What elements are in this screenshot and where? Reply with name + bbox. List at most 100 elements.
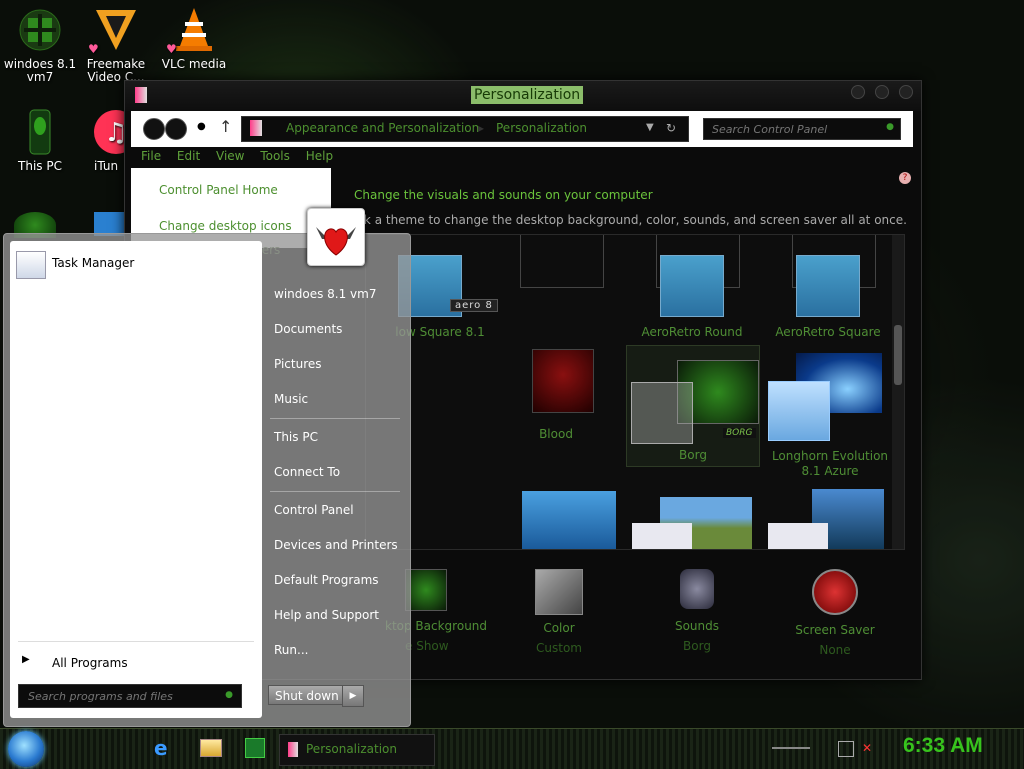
address-bar[interactable]: Appearance and Personalization ▸ Persona… — [241, 116, 689, 142]
back-button[interactable] — [143, 118, 165, 140]
start-button[interactable] — [8, 731, 44, 767]
start-link-music[interactable]: Music — [274, 392, 308, 406]
start-link-control-panel[interactable]: Control Panel — [274, 503, 354, 517]
color-swatch-icon — [535, 569, 583, 615]
personalization-taskbar-icon — [288, 742, 298, 757]
menu-edit[interactable]: Edit — [177, 149, 200, 163]
winged-heart-icon — [316, 227, 356, 256]
system-clock[interactable]: 6:33 AM — [903, 734, 983, 758]
search-icon: ● — [886, 122, 894, 132]
sounds-title: Sounds — [674, 619, 720, 633]
desktop-icon-this-pc[interactable]: This PC — [2, 108, 78, 173]
menu-file[interactable]: File — [141, 149, 161, 163]
minimize-button[interactable] — [851, 85, 865, 99]
aero-badge: aero 8 — [450, 299, 498, 312]
forward-button[interactable] — [165, 118, 187, 140]
start-link-help-support[interactable]: Help and Support — [274, 608, 379, 622]
computer-icon — [16, 108, 64, 156]
chevron-down-icon[interactable]: ▼ — [646, 122, 654, 133]
theme-gallery: aero 8 low Square 8.1 AeroRetro Round Ae… — [365, 234, 905, 550]
theme-label: Blood — [539, 427, 573, 441]
control-panel-search[interactable]: ● — [703, 118, 901, 140]
ie-icon[interactable]: e — [154, 737, 176, 759]
network-icon[interactable] — [838, 741, 854, 757]
page-subheading: ick a theme to change the desktop backgr… — [354, 213, 907, 227]
task-manager-icon — [16, 251, 46, 279]
taskbar: e Personalization ✕ 6:33 AM — [0, 728, 1024, 769]
shutdown-options-arrow-icon[interactable]: ▶ — [342, 685, 364, 707]
theme-label: AeroRetro Round — [641, 325, 743, 339]
search-input[interactable] — [710, 122, 884, 137]
color-value: Custom — [536, 641, 582, 655]
user-picture[interactable] — [307, 208, 365, 266]
close-button[interactable] — [899, 85, 913, 99]
start-search-box[interactable]: ● — [18, 684, 242, 708]
start-link-pictures[interactable]: Pictures — [274, 357, 322, 371]
theme-borg[interactable]: BORG Borg — [626, 345, 760, 467]
task-manager-label: Task Manager — [52, 256, 135, 270]
desktop-icon-freemake[interactable]: ♥ Freemake Video C... — [78, 6, 154, 84]
start-link-default-programs[interactable]: Default Programs — [274, 573, 379, 587]
vlc-cone-icon: ♥ — [166, 6, 218, 56]
start-link-documents[interactable]: Documents — [274, 322, 342, 336]
color-fan-icon — [768, 381, 830, 441]
link-change-desktop-icons[interactable]: Change desktop icons — [159, 219, 292, 233]
start-link-user[interactable]: windoes 8.1 vm7 — [274, 287, 377, 301]
navigation-toolbar: ● ↑ Appearance and Personalization ▸ Per… — [131, 111, 913, 147]
desktop-icon-windoes[interactable]: windoes 8.1 vm7 — [2, 6, 78, 84]
taskbar-item-personalization[interactable]: Personalization — [279, 734, 435, 766]
start-search-input[interactable] — [26, 689, 220, 704]
theme-partial[interactable] — [522, 491, 616, 549]
shutdown-button[interactable]: Shut down — [268, 685, 346, 705]
shortcut-heart-icon: ♥ — [166, 42, 177, 56]
start-link-run[interactable]: Run... — [274, 643, 308, 657]
breadcrumb-separator-icon: ▸ — [478, 121, 485, 135]
up-arrow-icon[interactable]: ↑ — [219, 117, 232, 136]
address-location-icon — [250, 120, 262, 136]
pinned-task-manager[interactable]: Task Manager — [14, 247, 258, 281]
start-menu-programs-pane: Task Manager ▶ All Programs — [10, 241, 262, 718]
scrollbar-thumb[interactable] — [894, 325, 902, 385]
theme-partial[interactable] — [632, 523, 692, 549]
link-control-panel-home[interactable]: Control Panel Home — [159, 183, 278, 197]
start-link-connect-to[interactable]: Connect To — [274, 465, 340, 479]
theme-blood[interactable]: Blood — [506, 349, 606, 442]
theme-aeroretro-round[interactable]: AeroRetro Round — [624, 255, 760, 340]
gallery-scrollbar[interactable] — [892, 235, 904, 549]
theme-partial[interactable] — [768, 523, 828, 549]
tray-expand-icon[interactable] — [772, 747, 810, 749]
window-titlebar[interactable]: Personalization — [125, 81, 921, 111]
desktop-icon-itunes[interactable]: ♫ iTun — [78, 108, 128, 173]
maximize-button[interactable] — [875, 85, 889, 99]
refresh-icon[interactable]: ↻ — [666, 121, 676, 135]
theme-thumbnail-glass — [631, 382, 693, 444]
color-link[interactable]: Color Custom — [504, 569, 614, 655]
chevron-right-icon: ▶ — [22, 654, 30, 665]
store-icon[interactable] — [245, 738, 265, 758]
start-link-devices-printers[interactable]: Devices and Printers — [274, 538, 398, 552]
start-link-this-pc[interactable]: This PC — [274, 430, 318, 444]
desktop-icon-vlc[interactable]: ♥ VLC media — [156, 6, 232, 71]
menu-help[interactable]: Help — [306, 149, 333, 163]
taskbar-item-label: Personalization — [306, 742, 397, 756]
screen-saver-link[interactable]: Screen Saver None — [780, 569, 890, 657]
theme-label: Borg — [679, 448, 707, 462]
desktop-icon-label: This PC — [18, 159, 62, 173]
separator — [18, 641, 254, 642]
borg-badge: BORG — [723, 428, 756, 438]
all-programs[interactable]: ▶ All Programs — [16, 651, 252, 673]
help-icon[interactable]: ? — [899, 172, 911, 184]
menu-tools[interactable]: Tools — [260, 149, 290, 163]
separator — [270, 491, 400, 492]
volume-muted-icon[interactable]: ✕ — [862, 741, 872, 755]
file-explorer-icon[interactable] — [200, 739, 222, 757]
breadcrumb-personalization[interactable]: Personalization — [496, 121, 587, 135]
screen-saver-value: None — [819, 643, 851, 657]
sounds-link[interactable]: Sounds Borg — [642, 569, 752, 653]
theme-thumbnail — [796, 255, 860, 317]
menu-view[interactable]: View — [216, 149, 244, 163]
recent-dropdown-icon[interactable]: ● — [197, 121, 206, 132]
page-heading: Change the visuals and sounds on your co… — [354, 188, 653, 202]
breadcrumb-appearance[interactable]: Appearance and Personalization — [286, 121, 479, 135]
theme-aeroretro-square[interactable]: AeroRetro Square — [760, 255, 896, 340]
